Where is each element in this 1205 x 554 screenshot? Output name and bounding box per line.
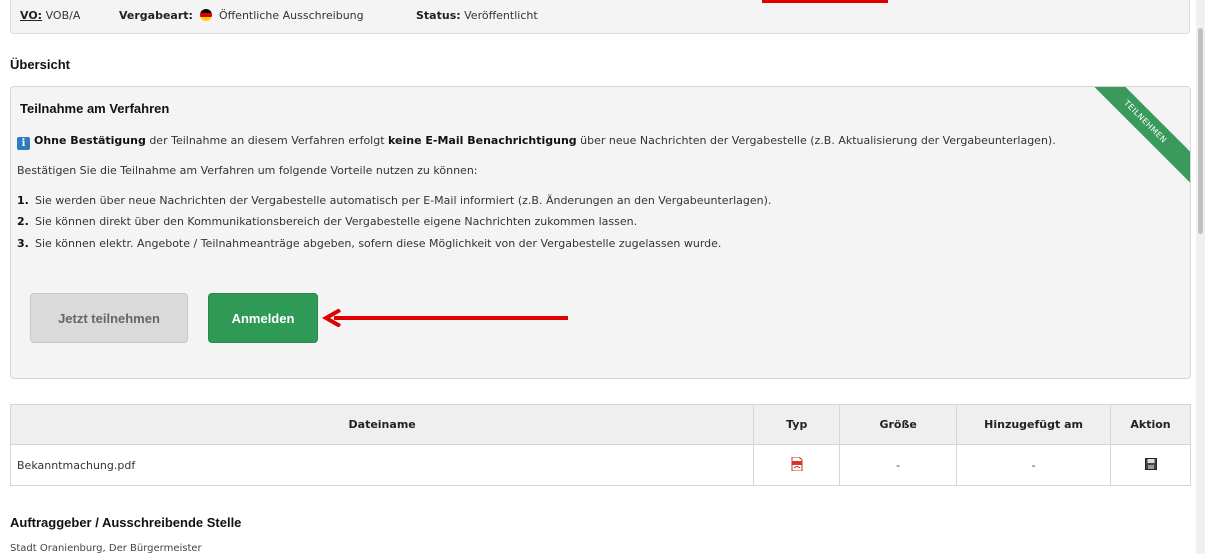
save-icon[interactable] (1144, 457, 1157, 470)
file-added-cell: - (956, 444, 1112, 486)
pdf-icon[interactable] (791, 456, 803, 471)
benefit-item: 1. Sie werden über neue Nachrichten der V… (17, 194, 771, 207)
column-header-filename[interactable]: Dateiname (9, 404, 755, 445)
vergabeart-field: Vergabeart: Öffentliche Ausschreibung (119, 9, 364, 22)
participate-ribbon: TEILNEHMEN (1077, 87, 1190, 190)
vergabeart-value: Öffentliche Ausschreibung (218, 9, 364, 22)
vo-value: VOB/A (45, 9, 81, 22)
login-button[interactable]: Anmelden (208, 293, 318, 343)
join-now-button[interactable]: Jetzt teilnehmen (30, 293, 188, 343)
vergabeart-label: Vergabeart: (119, 9, 193, 22)
benefit-text: Sie werden über neue Nachrichten der Ver… (35, 194, 772, 207)
benefits-intro: Bestätigen Sie die Teilnahme am Verfahre… (17, 164, 478, 177)
file-size-cell: - (839, 444, 958, 486)
scrollbar-thumb[interactable] (1198, 28, 1203, 234)
benefit-number: 2. (17, 215, 29, 228)
status-value: Veröffentlicht (464, 9, 538, 22)
info-bold-2: keine E-Mail Benachrichtigung (388, 134, 577, 147)
participation-panel: TEILNEHMEN Teilnahme am Verfahren i Ohne … (10, 86, 1191, 379)
status-field: Status: Veröffentlicht (416, 9, 538, 22)
column-header-action: Aktion (1110, 404, 1191, 445)
info-text-1: der Teilnahme an diesem Verfahren erfolg… (145, 134, 389, 147)
column-header-size[interactable]: Größe (839, 404, 958, 445)
file-name-cell[interactable]: Bekanntmachung.pdf (9, 444, 755, 486)
client-heading: Auftraggeber / Ausschreibende Stelle (10, 515, 242, 530)
procedure-info-bar: VO: VOB/A Vergabeart: Öffentliche Aussch… (10, 0, 1190, 34)
client-name: Stadt Oranienburg, Der Bürgermeister (10, 543, 202, 554)
overview-heading: Übersicht (10, 57, 70, 72)
table-row: Bekanntmachung.pdf - - (9, 444, 1191, 486)
status-label: Status: (416, 9, 461, 22)
participation-title: Teilnahme am Verfahren (20, 101, 170, 116)
german-flag-icon (200, 9, 213, 21)
file-action-cell (1110, 444, 1191, 486)
files-table: Dateiname Typ Größe Hinzugefügt am Aktio… (9, 404, 1191, 486)
page-scrollbar[interactable] (1196, 0, 1205, 554)
info-bold-1: Ohne Bestätigung (34, 134, 146, 147)
benefit-item: 2. Sie können direkt über den Kommunikati… (17, 215, 637, 228)
benefit-number: 1. (17, 194, 29, 207)
info-notice: i Ohne Bestätigung der Teilnahme an diese… (17, 134, 1056, 150)
table-header-row: Dateiname Typ Größe Hinzugefügt am Aktio… (9, 404, 1191, 445)
column-header-added[interactable]: Hinzugefügt am (956, 404, 1112, 445)
benefit-item: 3. Sie können elektr. Angebote / Teilnahm… (17, 237, 721, 250)
benefit-text: Sie können direkt über den Kommunikation… (35, 215, 638, 228)
vo-label: VO: (20, 9, 43, 22)
benefit-number: 3. (17, 237, 29, 250)
vo-field: VO: VOB/A (20, 9, 80, 22)
file-type-cell (753, 444, 841, 486)
info-text-2: über neue Nachrichten der Vergabestelle … (576, 134, 1056, 147)
red-arrow-annotation (322, 309, 568, 327)
column-header-type[interactable]: Typ (753, 404, 841, 445)
red-highlight-mark (762, 0, 888, 3)
info-icon: i (17, 137, 30, 150)
benefit-text: Sie können elektr. Angebote / Teilnahmea… (35, 237, 722, 250)
